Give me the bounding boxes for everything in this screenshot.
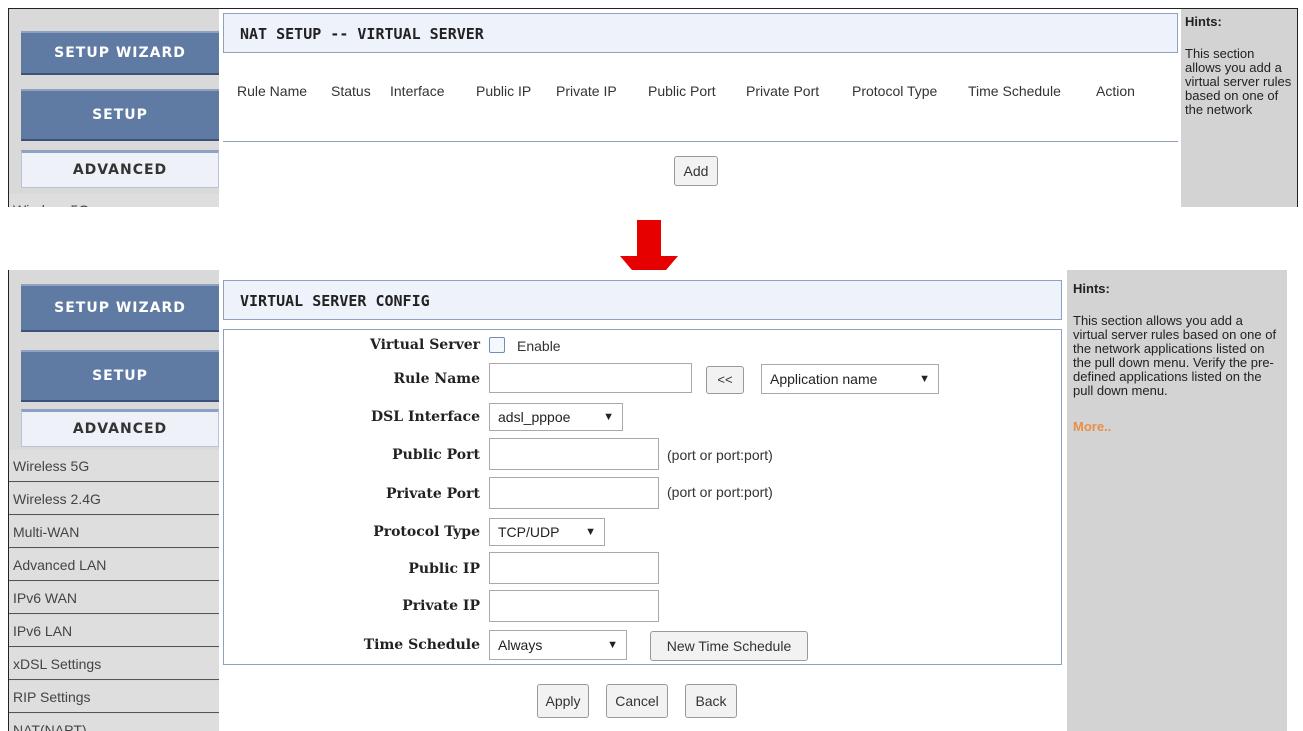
cancel-button[interactable]: Cancel xyxy=(606,684,668,718)
rule-table: Rule Name Status Interface Public IP Pri… xyxy=(223,71,1178,142)
private-ip-input[interactable] xyxy=(489,590,659,622)
time-schedule-label: Time Schedule xyxy=(363,637,480,653)
sidebar-item-xdsl-settings[interactable]: xDSL Settings xyxy=(9,648,219,680)
public-port-hint: (port or port:port) xyxy=(667,447,773,463)
hints-title: Hints: xyxy=(1073,281,1110,296)
public-ip-label: Public IP xyxy=(408,561,480,577)
col-action: Action xyxy=(1096,83,1135,99)
private-port-label: Private Port xyxy=(385,486,480,502)
enable-label: Enable xyxy=(517,338,561,354)
col-private-port: Private Port xyxy=(746,83,820,99)
col-protocol-type: Protocol Type xyxy=(852,83,938,99)
time-schedule-value: Always xyxy=(498,637,543,653)
dsl-interface-value: adsl_pppoe xyxy=(498,409,571,425)
col-time-schedule: Time Schedule xyxy=(968,83,1061,99)
advanced-button[interactable]: ADVANCED xyxy=(21,150,219,188)
private-ip-label: Private IP xyxy=(402,598,480,614)
copy-application-button[interactable]: << xyxy=(706,366,744,394)
caret-down-icon: ▼ xyxy=(607,639,618,651)
public-port-input[interactable] xyxy=(489,438,659,470)
setup-wizard-button[interactable]: SETUP WIZARD xyxy=(21,284,219,332)
hints-panel: Hints: This section allows you add a vir… xyxy=(1067,270,1287,731)
virtual-server-config-panel: SETUP WIZARD SETUP ADVANCED Wireless 5G … xyxy=(8,270,1297,731)
public-ip-input[interactable] xyxy=(489,552,659,584)
virtual-server-label: Virtual Server xyxy=(369,337,480,353)
page-title: VIRTUAL SERVER CONFIG xyxy=(223,280,1062,320)
public-port-label: Public Port xyxy=(392,447,480,463)
apply-button[interactable]: Apply xyxy=(537,684,589,718)
sidebar-item-rip-settings[interactable]: RIP Settings xyxy=(9,681,219,713)
sidebar-item-ipv6-wan[interactable]: IPv6 WAN xyxy=(9,582,219,614)
sidebar-item-wireless-24g[interactable]: Wireless 2.4G xyxy=(9,483,219,515)
more-link[interactable]: More.. xyxy=(1073,420,1281,434)
dsl-interface-label: DSL Interface xyxy=(371,409,480,425)
back-button[interactable]: Back xyxy=(685,684,737,718)
col-interface: Interface xyxy=(390,83,445,99)
sidebar: SETUP WIZARD SETUP ADVANCED Wireless 5G xyxy=(9,9,219,207)
setup-button[interactable]: SETUP xyxy=(21,350,219,402)
sidebar-item-advanced-lan[interactable]: Advanced LAN xyxy=(9,549,219,581)
col-public-port: Public Port xyxy=(648,83,716,99)
new-time-schedule-button[interactable]: New Time Schedule xyxy=(650,631,808,661)
protocol-type-select[interactable]: TCP/UDP ▼ xyxy=(489,518,605,546)
hints-title: Hints: xyxy=(1185,14,1222,29)
sidebar-item-nat[interactable]: NAT(NAPT) xyxy=(9,714,219,731)
time-schedule-select[interactable]: Always ▼ xyxy=(489,630,627,660)
caret-down-icon: ▼ xyxy=(919,373,930,385)
col-public-ip: Public IP xyxy=(476,83,532,99)
table-header-row: Rule Name Status Interface Public IP Pri… xyxy=(237,83,1146,99)
sidebar-item-multi-wan[interactable]: Multi-WAN xyxy=(9,516,219,548)
page-title: NAT SETUP -- VIRTUAL SERVER xyxy=(223,13,1178,53)
sidebar-item-wireless-5g[interactable]: Wireless 5G xyxy=(9,194,219,207)
dsl-interface-select[interactable]: adsl_pppoe ▼ xyxy=(489,403,623,431)
application-name-value: Application name xyxy=(770,371,878,387)
enable-checkbox[interactable] xyxy=(489,337,505,353)
rule-name-label: Rule Name xyxy=(393,371,480,387)
col-status: Status xyxy=(331,83,371,99)
hints-panel: Hints: This section allows you add a vir… xyxy=(1181,9,1297,207)
protocol-type-value: TCP/UDP xyxy=(498,524,560,540)
caret-down-icon: ▼ xyxy=(603,411,614,423)
setup-button[interactable]: SETUP xyxy=(21,89,219,141)
sidebar: SETUP WIZARD SETUP ADVANCED Wireless 5G … xyxy=(9,270,219,731)
caret-down-icon: ▼ xyxy=(585,526,596,538)
rule-name-input[interactable] xyxy=(489,363,692,393)
private-port-input[interactable] xyxy=(489,477,659,509)
private-port-hint: (port or port:port) xyxy=(667,484,773,500)
sidebar-item-ipv6-lan[interactable]: IPv6 LAN xyxy=(9,615,219,647)
col-private-ip: Private IP xyxy=(556,83,617,99)
col-rule-name: Rule Name xyxy=(237,83,308,99)
application-name-select[interactable]: Application name ▼ xyxy=(761,364,939,394)
setup-wizard-button[interactable]: SETUP WIZARD xyxy=(21,31,219,75)
nat-setup-panel: SETUP WIZARD SETUP ADVANCED Wireless 5G … xyxy=(8,8,1298,207)
hints-text: This section allows you add a virtual se… xyxy=(1073,313,1277,398)
advanced-button[interactable]: ADVANCED xyxy=(21,409,219,447)
protocol-type-label: Protocol Type xyxy=(373,524,480,540)
sidebar-item-wireless-5g[interactable]: Wireless 5G xyxy=(9,450,219,482)
add-button[interactable]: Add xyxy=(674,156,718,186)
hints-text: This section allows you add a virtual se… xyxy=(1185,46,1292,117)
config-form: Virtual Server Enable Rule Name << Appli… xyxy=(223,329,1062,665)
